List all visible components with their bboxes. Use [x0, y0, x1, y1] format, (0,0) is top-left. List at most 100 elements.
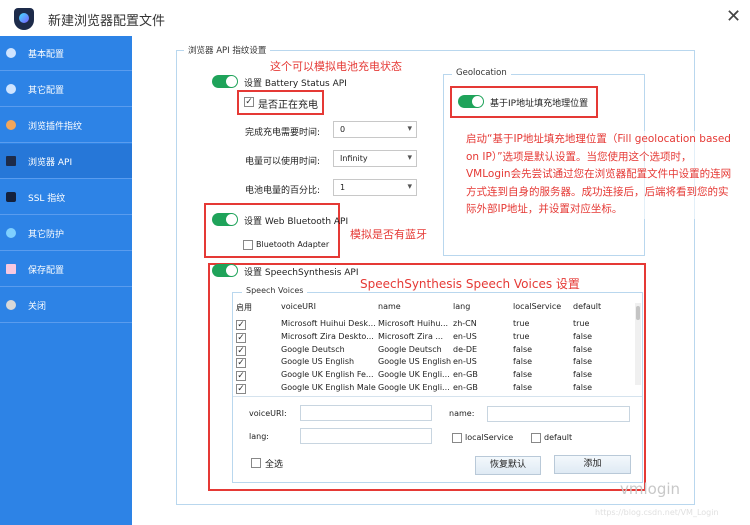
battery-toggle-label: 设置 Battery Status API: [244, 79, 347, 89]
sidebar-item-protection[interactable]: 其它防护: [0, 216, 132, 251]
app-logo: [14, 8, 34, 30]
geolocation-toggle[interactable]: [458, 95, 484, 108]
close-circle-icon: [6, 300, 16, 310]
bluetooth-highlight: [204, 203, 340, 258]
sidebar-item-basic[interactable]: 基本配置: [0, 36, 132, 71]
sidebar: 基本配置 其它配置 浏览插件指纹 浏览器 API SSL 指纹 其它防护 保存配…: [0, 36, 132, 525]
select-all-checkbox[interactable]: [251, 458, 261, 468]
row-enabled-checkbox[interactable]: ✓: [236, 320, 246, 330]
table-cell: en-GB: [453, 383, 478, 392]
sidebar-item-save[interactable]: 保存配置: [0, 252, 132, 287]
battery-annotation: 这个可以模拟电池充电状态: [270, 60, 402, 73]
table-divider: [233, 396, 642, 397]
compass-icon: [6, 48, 16, 58]
column-header: lang: [453, 302, 471, 311]
battery-row-label: 完成充电需要时间:: [245, 128, 321, 138]
table-cell: Google UK Engli...: [378, 370, 450, 380]
sidebar-item-close[interactable]: 关闭: [0, 288, 132, 323]
table-cell: true: [513, 331, 530, 341]
group-title: 浏览器 API 指纹设置: [184, 44, 271, 56]
row-enabled-checkbox[interactable]: ✓: [236, 358, 246, 369]
bluetooth-toggle[interactable]: [212, 213, 238, 226]
table-cell: false: [513, 357, 533, 367]
localservice-label: localService: [465, 433, 514, 442]
speech-toggle[interactable]: [212, 264, 238, 277]
row-enabled-checkbox[interactable]: ✓: [236, 332, 246, 343]
watermark-url: https://blog.csdn.net/VM_Login: [595, 508, 719, 517]
geolocation-title: Geolocation: [452, 68, 511, 78]
speech-voices-title: Speech Voices: [242, 286, 308, 295]
sidebar-item-plugins[interactable]: 浏览插件指纹: [0, 108, 132, 143]
battery-row-label: 电池电量的百分比:: [245, 186, 321, 196]
table-cell: en-GB: [453, 370, 478, 380]
voiceuri-label: voiceURI:: [249, 409, 287, 418]
row-enabled-checkbox[interactable]: ✓: [236, 345, 246, 356]
row-enabled-checkbox[interactable]: ✓: [236, 384, 246, 394]
bluetooth-adapter-label: Bluetooth Adapter: [256, 240, 330, 249]
sidebar-item-browser-api[interactable]: 浏览器 API: [0, 144, 132, 179]
plugin-icon: [6, 120, 16, 130]
default-checkbox[interactable]: [531, 433, 541, 443]
geolocation-annotation: 启动“基于IP地址填充地理位置（Fill geolocation based o…: [466, 131, 736, 219]
column-header: default: [573, 302, 602, 311]
sidebar-item-other-config[interactable]: 其它配置: [0, 72, 132, 107]
table-cell: false: [573, 357, 593, 367]
shield-icon: [6, 228, 16, 238]
table-cell: Google US English: [281, 357, 355, 367]
bluetooth-adapter-checkbox[interactable]: [243, 240, 253, 250]
geolocation-toggle-label: 基于IP地址填充地理位置: [490, 99, 589, 109]
charge-time-select[interactable]: 0: [333, 121, 417, 138]
add-button[interactable]: 添加: [554, 455, 631, 474]
battery-toggle[interactable]: [212, 75, 238, 88]
charging-checkbox[interactable]: ✓: [244, 97, 254, 107]
table-cell: true: [513, 319, 530, 328]
bluetooth-annotation: 模拟是否有蓝牙: [350, 228, 427, 241]
close-icon[interactable]: ✕: [726, 6, 741, 27]
sidebar-item-ssl[interactable]: SSL 指纹: [0, 180, 132, 215]
table-cell: en-US: [453, 331, 477, 341]
table-cell: false: [573, 383, 593, 392]
table-cell: Microsoft Huihu...: [378, 319, 449, 328]
name-input[interactable]: [487, 406, 630, 422]
battery-row-label: 电量可以使用时间:: [245, 157, 321, 167]
lang-label: lang:: [249, 432, 269, 441]
bluetooth-toggle-label: 设置 Web Bluetooth API: [244, 217, 349, 227]
table-cell: Microsoft Huihui Desk...: [281, 319, 376, 328]
table-scrollbar[interactable]: [635, 303, 641, 385]
lang-input[interactable]: [300, 428, 432, 444]
default-label: default: [544, 433, 573, 442]
column-header: name: [378, 302, 401, 311]
localservice-checkbox[interactable]: [452, 433, 462, 443]
window-title: 新建浏览器配置文件: [48, 14, 166, 29]
column-header: 启用: [236, 303, 252, 312]
window-icon: [6, 156, 16, 166]
reset-default-button[interactable]: 恢复默认: [475, 456, 541, 475]
table-cell: Microsoft Zira ...: [378, 331, 444, 341]
battery-level-select[interactable]: 1: [333, 179, 417, 196]
table-cell: Google UK English Fe...: [281, 370, 374, 380]
table-cell: false: [573, 370, 593, 380]
speech-annotation: SpeechSynthesis Speech Voices 设置: [360, 277, 580, 291]
column-header: localService: [513, 302, 562, 311]
table-cell: zh-CN: [453, 319, 477, 328]
name-label: name:: [449, 409, 475, 418]
voiceuri-input[interactable]: [300, 405, 432, 421]
table-cell: Google UK English Male: [281, 383, 376, 392]
table-cell: false: [573, 331, 593, 341]
chrome-icon: [6, 84, 16, 94]
table-cell: false: [513, 370, 533, 380]
lock-icon: [6, 192, 16, 202]
discharge-time-select[interactable]: Infinity: [333, 150, 417, 167]
column-header: voiceURI: [281, 302, 316, 311]
charging-label: 是否正在充电: [258, 100, 318, 111]
table-cell: Microsoft Zira Deskto...: [281, 331, 374, 341]
table-cell: Google US English: [378, 357, 452, 367]
row-enabled-checkbox[interactable]: ✓: [236, 371, 246, 382]
table-cell: en-US: [453, 357, 477, 367]
table-cell: false: [573, 344, 593, 354]
speech-toggle-label: 设置 SpeechSynthesis API: [244, 268, 359, 278]
watermark-brand: vmlogin: [620, 480, 681, 498]
table-cell: Google Deutsch: [281, 344, 345, 354]
table-cell: false: [513, 383, 533, 392]
table-cell: de-DE: [453, 344, 478, 354]
